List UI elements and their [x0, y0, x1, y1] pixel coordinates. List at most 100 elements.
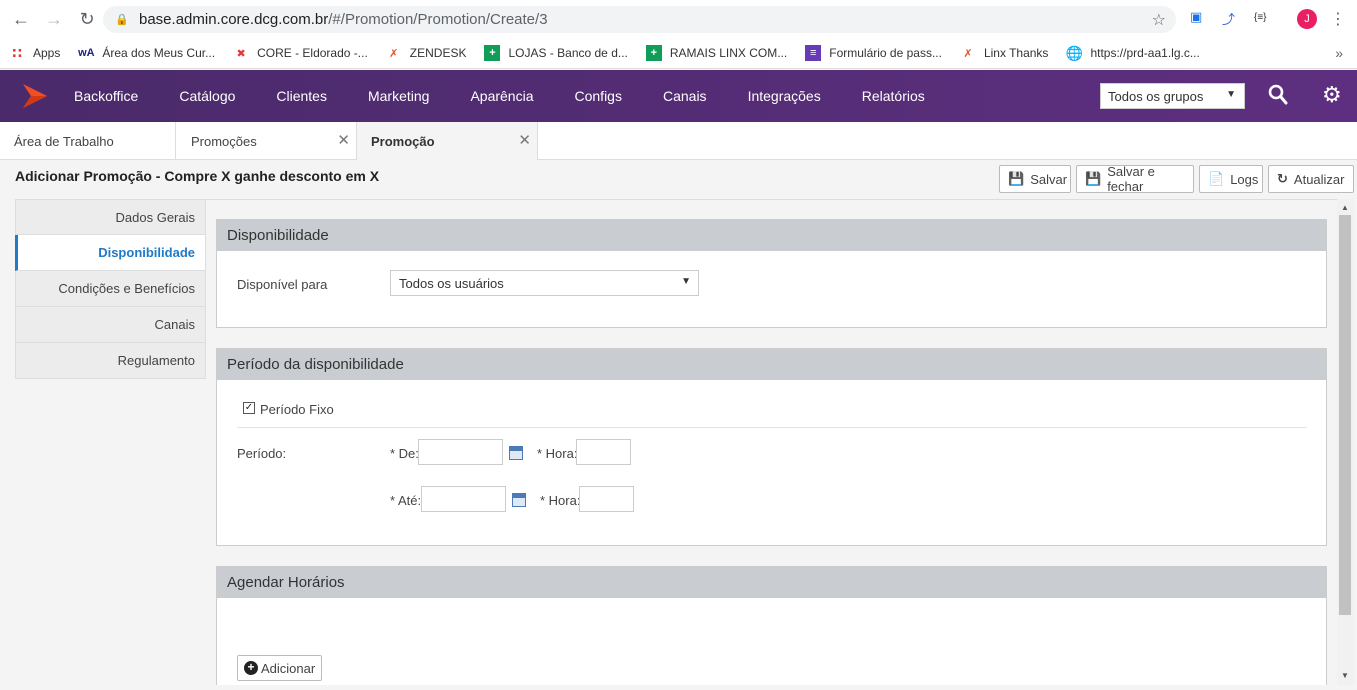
availability-panel: Disponibilidade Disponível para Todos os… [216, 219, 1327, 328]
menu-item-canais[interactable]: Canais [663, 88, 707, 104]
save-button[interactable]: 💾 Salvar [999, 165, 1071, 193]
kebab-menu-icon[interactable]: ⋮ [1330, 9, 1346, 29]
availability-select-value: Todos os usuários [399, 275, 504, 291]
sheets-icon: + [484, 45, 501, 61]
panel-title: Disponibilidade [217, 220, 1326, 251]
linx-icon: ✗ [963, 47, 973, 60]
tab-label: Promoção [371, 133, 435, 149]
to-label: * Até: [390, 493, 422, 508]
close-icon[interactable]: ✕ [518, 131, 531, 149]
app-header: Backoffice Catálogo Clientes Marketing A… [0, 70, 1357, 122]
tab-label: Área de Trabalho [14, 133, 114, 149]
tab-promocao[interactable]: Promoção ✕ [357, 122, 538, 161]
section-disponibilidade[interactable]: Disponibilidade [15, 235, 206, 271]
back-icon[interactable]: ← [10, 8, 32, 30]
caret-down-icon: ▼ [681, 276, 691, 287]
floppy-icon: 💾 [1008, 171, 1025, 186]
json-extension-icon[interactable]: {≡} [1254, 12, 1267, 23]
menu-item-integracoes[interactable]: Integrações [748, 88, 821, 104]
bookmark-item[interactable]: wA Área dos Meus Cur... [78, 45, 215, 61]
divider [237, 427, 1307, 428]
logs-button[interactable]: 📄 Logs [1199, 165, 1263, 193]
bookmark-item[interactable]: 🌐 https://prd-aa1.lg.c... [1065, 44, 1200, 61]
lock-icon: 🔒 [115, 14, 129, 26]
reload-icon[interactable]: ↻ [76, 8, 98, 30]
to-hour-label: * Hora: [540, 493, 581, 508]
fixed-period-label: Período Fixo [260, 402, 334, 417]
browser-toolbar: ← → ↻ 🔒 base.admin.core.dcg.com.br/#/Pro… [0, 0, 1357, 38]
extension-icon[interactable]: ▣ [1190, 9, 1202, 25]
section-regulamento[interactable]: Regulamento [15, 343, 206, 379]
tab-area-de-trabalho[interactable]: Área de Trabalho [0, 122, 176, 160]
menu-item-configs[interactable]: Configs [575, 88, 622, 104]
menu-item-clientes[interactable]: Clientes [276, 88, 327, 104]
group-select-value: Todos os grupos [1108, 88, 1204, 104]
main-content: Disponibilidade Disponível para Todos os… [206, 199, 1337, 685]
close-icon[interactable]: ✕ [337, 131, 350, 149]
scroll-up-icon[interactable]: ▲ [1341, 203, 1349, 212]
period-label: Período: [237, 446, 287, 461]
menu-item-catalogo[interactable]: Catálogo [179, 88, 235, 104]
add-label: Adicionar [261, 660, 316, 676]
core-icon: ✖ [236, 47, 246, 60]
period-panel: Período da disponibilidade ✓ Período Fix… [216, 348, 1327, 546]
chevron-right-icon[interactable]: » [1335, 45, 1343, 61]
panel-title: Período da disponibilidade [217, 349, 1326, 380]
panel-title: Agendar Horários [217, 567, 1326, 598]
bookmarks-bar: ∷ Apps wA Área dos Meus Cur... ✖ CORE - … [0, 38, 1357, 69]
wa-icon: wA [78, 47, 95, 59]
menu-item-aparencia[interactable]: Aparência [470, 88, 533, 104]
linx-logo-icon[interactable] [19, 80, 51, 112]
menu-item-relatorios[interactable]: Relatórios [862, 88, 925, 104]
save-close-button[interactable]: 💾 Salvar e fechar [1076, 164, 1194, 194]
bookmark-item[interactable]: ✗ Linx Thanks [960, 45, 1048, 61]
document-icon: 📄 [1208, 171, 1225, 186]
avatar[interactable]: J [1297, 9, 1317, 29]
forms-icon: ≡ [805, 45, 822, 61]
bookmark-item[interactable]: + LOJAS - Banco de d... [484, 45, 628, 61]
fixed-period-checkbox[interactable]: ✓ [243, 402, 255, 414]
section-canais[interactable]: Canais [15, 307, 206, 343]
bookmark-star-icon[interactable]: ☆ [1152, 10, 1166, 30]
forward-icon[interactable]: → [43, 8, 65, 30]
tab-label: Promoções [191, 133, 257, 149]
bookmark-item[interactable]: ≡ Formulário de pass... [805, 45, 942, 61]
apps-grid-icon: ∷ [12, 44, 22, 61]
bookmark-item[interactable]: ✖ CORE - Eldorado -... [233, 45, 367, 61]
schedule-panel: Agendar Horários + Adicionar [216, 566, 1327, 685]
scrollbar[interactable]: ▲ ▼ [1337, 199, 1354, 685]
section-nav: Dados Gerais Disponibilidade Condições e… [15, 199, 206, 379]
scroll-down-icon[interactable]: ▼ [1341, 671, 1349, 680]
search-icon[interactable] [1268, 84, 1288, 106]
group-select[interactable]: Todos os grupos ▼ [1100, 83, 1245, 109]
gear-icon[interactable]: ⚙ [1322, 82, 1342, 108]
calendar-icon[interactable] [512, 493, 526, 507]
tab-bar: Área de Trabalho Promoções ✕ Promoção ✕ [0, 122, 1357, 161]
address-bar[interactable]: 🔒 base.admin.core.dcg.com.br/#/Promotion… [103, 6, 1176, 33]
to-hour-input[interactable] [579, 486, 634, 512]
tab-promocoes[interactable]: Promoções ✕ [176, 122, 357, 160]
globe-icon: 🌐 [1065, 44, 1084, 61]
bookmark-item[interactable]: + RAMAIS LINX COM... [645, 45, 787, 61]
plus-circle-icon: + [244, 661, 258, 675]
add-schedule-button[interactable]: + Adicionar [237, 655, 323, 681]
availability-select[interactable]: Todos os usuários ▼ [390, 270, 699, 296]
refresh-button[interactable]: ↻ Atualizar [1268, 165, 1354, 193]
from-label: * De: [390, 446, 419, 461]
to-date-input[interactable] [421, 486, 506, 512]
from-hour-input[interactable] [576, 439, 631, 465]
section-dados-gerais[interactable]: Dados Gerais [15, 199, 206, 235]
menu-item-backoffice[interactable]: Backoffice [74, 88, 138, 104]
caret-down-icon: ▼ [1226, 89, 1236, 100]
bookmark-item[interactable]: ∷ Apps [9, 45, 60, 61]
scroll-thumb[interactable] [1339, 215, 1351, 615]
calendar-icon[interactable] [509, 446, 523, 460]
page-title: Adicionar Promoção - Compre X ganhe desc… [15, 168, 380, 184]
section-condicoes-beneficios[interactable]: Condições e Benefícios [15, 271, 206, 307]
from-date-input[interactable] [418, 439, 503, 465]
extension-icon[interactable]: ⤴ [1222, 9, 1235, 28]
floppy-icon: 💾 [1085, 171, 1102, 186]
availability-label: Disponível para [237, 277, 328, 292]
bookmark-item[interactable]: ✗ ZENDESK [386, 45, 466, 61]
menu-item-marketing[interactable]: Marketing [368, 88, 429, 104]
